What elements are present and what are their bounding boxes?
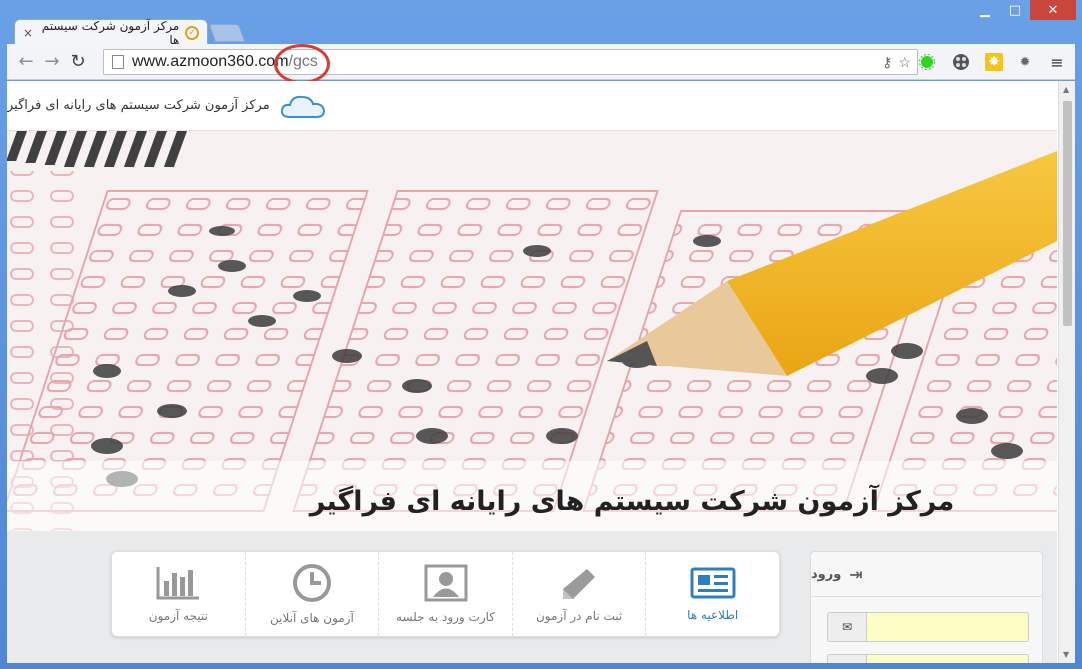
bookmark-star-icon[interactable]: ☆ <box>898 54 911 71</box>
page-icon <box>112 55 124 69</box>
menu-item-exam-results[interactable]: نتیجه آزمون <box>112 552 245 636</box>
scrollbar-thumb[interactable] <box>1063 101 1072 326</box>
browser-window: ▁ □ ✕ ✓ مرکز آزمون شرکت سیستم ها × ← → ↻… <box>0 0 1082 669</box>
url-highlight-circle <box>274 44 330 84</box>
menu-item-label: کارت ورود به جلسه <box>396 610 495 624</box>
close-icon[interactable]: ✕ <box>1030 0 1076 20</box>
key-icon[interactable]: ⚷ <box>882 54 892 71</box>
minimize-icon[interactable]: ▁ <box>970 0 1000 20</box>
pencil-icon <box>563 569 596 599</box>
main-menu: اطلاعیه ها ثبت نام در آزمون کارت ورود به… <box>111 551 780 637</box>
back-button[interactable]: ← <box>13 49 39 75</box>
forward-button[interactable]: → <box>39 49 65 75</box>
tab-close-icon[interactable]: × <box>23 26 33 40</box>
star-extension-icon[interactable]: ✸ <box>985 53 1003 71</box>
menu-item-entry-card[interactable]: کارت ورود به جلسه <box>378 552 512 636</box>
vertical-scrollbar[interactable]: ▲ ▼ <box>1058 81 1075 663</box>
hero-banner: مرکز آزمون شرکت سیستم های رایانه ای فراگ… <box>7 131 1057 531</box>
menu-item-label: ثبت نام در آزمون <box>535 609 623 623</box>
browser-toolbar: ← → ↻ www.azmoon360.com/gcs ⚷ ☆ <box>7 44 1075 80</box>
username-row: ✉ <box>827 612 1029 642</box>
menu-icon[interactable]: ≡ <box>1048 53 1066 72</box>
menu-item-announcements[interactable]: اطلاعیه ها <box>645 552 779 636</box>
login-panel: ⇥ ورود ✉ <box>810 551 1043 663</box>
url-host: www.azmoon360.com <box>132 53 289 70</box>
new-tab-button[interactable] <box>208 24 246 42</box>
clock-icon <box>292 564 331 602</box>
address-bar[interactable]: www.azmoon360.com/gcs ⚷ ☆ <box>103 49 918 75</box>
settings-extension-icon[interactable]: ✹ <box>1016 53 1034 71</box>
menu-item-label: اطلاعیه ها <box>687 608 739 622</box>
site-title: مرکز آزمون شرکت سیستم های رایانه ای فراگ… <box>7 98 270 113</box>
envelope-icon: ✉ <box>827 612 867 642</box>
cloud-logo-icon <box>280 95 325 118</box>
login-title: ورود <box>811 566 842 582</box>
green-extension-icon[interactable] <box>918 53 936 71</box>
menu-item-online-exams[interactable]: آزمون های آنلاین <box>244 552 379 636</box>
content-area: اطلاعیه ها ثبت نام در آزمون کارت ورود به… <box>7 531 1057 663</box>
hero-caption: مرکز آزمون شرکت سیستم های رایانه ای فراگ… <box>309 486 955 517</box>
menu-item-label: آزمون های آنلاین <box>269 611 354 625</box>
password-row <box>827 654 1029 663</box>
favicon-icon: ✓ <box>185 25 199 40</box>
scroll-up-icon[interactable]: ▲ <box>1063 85 1069 94</box>
browser-tab[interactable]: ✓ مرکز آزمون شرکت سیستم ها × <box>14 18 208 47</box>
lock-icon <box>827 654 867 663</box>
bar-chart-icon <box>156 567 200 600</box>
maximize-icon[interactable]: □ <box>1000 0 1030 20</box>
tab-title: مرکز آزمون شرکت سیستم ها <box>41 18 180 47</box>
reload-button[interactable]: ↻ <box>65 49 91 75</box>
menu-item-label: نتیجه آزمون <box>148 609 208 623</box>
scroll-down-icon[interactable]: ▼ <box>1063 650 1069 659</box>
newspaper-icon <box>690 567 736 599</box>
site-header: مرکز آزمون شرکت سیستم های رایانه ای فراگ… <box>7 81 1057 131</box>
film-reel-extension-icon[interactable] <box>952 53 970 71</box>
username-input[interactable] <box>867 612 1029 642</box>
login-header: ⇥ ورود <box>811 552 1042 597</box>
menu-item-register[interactable]: ثبت نام در آزمون <box>511 552 646 636</box>
sign-in-icon: ⇥ <box>849 564 863 584</box>
answer-sheet-image <box>7 131 1057 531</box>
window-controls: ▁ □ ✕ <box>970 0 1076 22</box>
id-card-icon <box>424 564 468 602</box>
password-input[interactable] <box>867 654 1029 663</box>
page-viewport: مرکز آزمون شرکت سیستم های رایانه ای فراگ… <box>7 81 1075 663</box>
